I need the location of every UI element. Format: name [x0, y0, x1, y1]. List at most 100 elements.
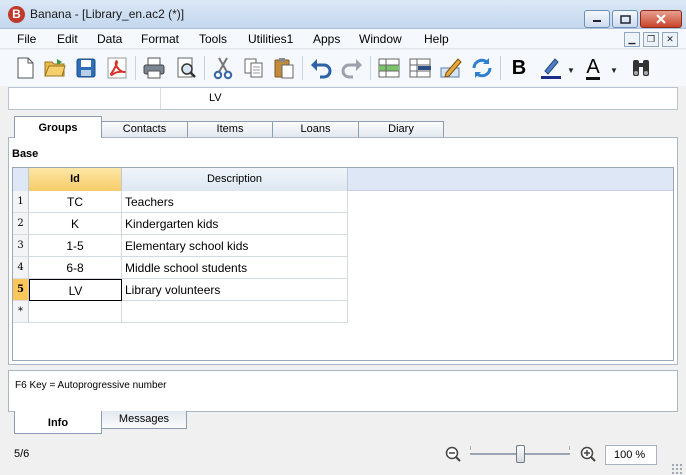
row-number[interactable]: 1 — [13, 191, 29, 213]
row-number[interactable]: 4 — [13, 257, 29, 279]
open-button[interactable] — [42, 55, 68, 81]
cell-id[interactable]: TC — [29, 191, 122, 213]
zoom-in-icon[interactable] — [580, 446, 596, 462]
copy-button[interactable] — [241, 55, 267, 81]
row-number[interactable]: 3 — [13, 235, 29, 257]
print-preview-button[interactable] — [173, 55, 199, 81]
row-number-new[interactable]: * — [13, 301, 29, 323]
close-icon — [656, 14, 666, 24]
tab-contacts[interactable]: Contacts — [101, 121, 188, 137]
tab-messages[interactable]: Messages — [101, 411, 187, 429]
table-row: 2 K Kindergarten kids — [13, 213, 348, 235]
tab-items[interactable]: Items — [187, 121, 273, 137]
save-icon — [76, 58, 96, 78]
pdf-icon — [107, 57, 127, 79]
highlight-icon — [541, 58, 561, 79]
table-row: 5 LV Library volunteers — [13, 279, 348, 301]
tab-groups[interactable]: Groups — [14, 116, 102, 138]
cell-description[interactable] — [122, 301, 348, 323]
cell-address-field[interactable] — [9, 88, 161, 109]
cell-id-selected[interactable]: LV — [29, 279, 122, 301]
toolbar-separator — [370, 56, 371, 80]
new-file-icon — [17, 57, 34, 79]
status-bar: 5/6 100 % — [0, 438, 686, 475]
toolbar-separator — [204, 56, 205, 80]
undo-button[interactable] — [308, 55, 334, 81]
font-color-icon: A — [586, 55, 600, 80]
highlight-button[interactable] — [538, 55, 564, 81]
menu-edit[interactable]: Edit — [57, 32, 78, 46]
bold-button[interactable]: B — [506, 55, 532, 81]
cell-id[interactable]: 6-8 — [29, 257, 122, 279]
table-row-new: * — [13, 301, 348, 323]
delete-row-button[interactable] — [407, 55, 433, 81]
close-icon: ✕ — [666, 34, 674, 44]
save-button[interactable] — [73, 55, 99, 81]
cell-id[interactable]: 1-5 — [29, 235, 122, 257]
new-file-button[interactable] — [12, 55, 38, 81]
insert-row-button[interactable] — [376, 55, 402, 81]
zoom-level[interactable]: 100 % — [605, 445, 657, 465]
mdi-close-button[interactable]: ✕ — [662, 32, 678, 47]
redo-button[interactable] — [339, 55, 365, 81]
menu-utilities[interactable]: Utilities1 — [248, 32, 293, 46]
paste-icon — [274, 58, 294, 79]
print-icon — [143, 57, 165, 79]
cell-description[interactable]: Middle school students — [122, 257, 348, 279]
window-title: Banana - [Library_en.ac2 (*)] — [30, 7, 185, 21]
menu-apps[interactable]: Apps — [313, 32, 340, 46]
zoom-out-icon[interactable] — [445, 446, 461, 462]
font-color-dropdown-arrow[interactable]: ▼ — [610, 66, 618, 75]
maximize-button[interactable] — [612, 10, 638, 28]
mdi-minimize-button[interactable]: ▁ — [624, 32, 640, 47]
highlight-dropdown-arrow[interactable]: ▼ — [567, 66, 575, 75]
toolbar-separator — [135, 56, 136, 80]
menu-window[interactable]: Window — [359, 32, 402, 46]
cell-value-field[interactable]: LV — [209, 92, 222, 104]
cell-id[interactable]: K — [29, 213, 122, 235]
menu-help[interactable]: Help — [424, 32, 449, 46]
cell-description[interactable]: Kindergarten kids — [122, 213, 348, 235]
mdi-restore-button[interactable]: ❐ — [643, 32, 659, 47]
cell-description[interactable]: Elementary school kids — [122, 235, 348, 257]
maximize-icon — [619, 14, 631, 24]
minimize-button[interactable] — [584, 10, 610, 28]
cell-description[interactable]: Teachers — [122, 191, 348, 213]
recalculate-icon — [472, 58, 492, 78]
toolbar-separator — [302, 56, 303, 80]
restore-icon: ❐ — [646, 34, 656, 44]
minimize-icon: ▁ — [628, 34, 636, 44]
cell-edit-bar[interactable]: LV — [8, 87, 678, 110]
cut-icon — [213, 57, 233, 80]
font-color-button[interactable]: A — [580, 55, 606, 81]
tab-diary[interactable]: Diary — [358, 121, 444, 137]
pdf-button[interactable] — [104, 55, 130, 81]
column-header-description[interactable]: Description — [122, 168, 348, 191]
tab-loans[interactable]: Loans — [272, 121, 359, 137]
cut-button[interactable] — [210, 55, 236, 81]
menu-format[interactable]: Format — [141, 32, 179, 46]
bold-icon: B — [511, 56, 527, 79]
data-grid[interactable]: Id Description 1 TC Teachers 2 K Kinderg… — [12, 167, 674, 361]
banana-app-icon[interactable]: B — [8, 6, 25, 23]
cell-id[interactable] — [29, 301, 122, 323]
row-number[interactable]: 2 — [13, 213, 29, 235]
row-number-current[interactable]: 5 — [13, 279, 29, 301]
close-button[interactable] — [640, 10, 682, 28]
menu-tools[interactable]: Tools — [199, 32, 227, 46]
print-button[interactable] — [141, 55, 167, 81]
zoom-slider-thumb[interactable] — [516, 445, 525, 463]
edit-cell-button[interactable] — [438, 55, 464, 81]
tab-info[interactable]: Info — [14, 411, 102, 434]
find-button[interactable] — [628, 55, 654, 81]
grid-corner[interactable] — [13, 168, 29, 191]
recalculate-button[interactable] — [469, 55, 495, 81]
menu-data[interactable]: Data — [97, 32, 122, 46]
cell-description[interactable]: Library volunteers — [122, 279, 348, 301]
column-header-id[interactable]: Id — [29, 168, 122, 191]
table-row: 1 TC Teachers — [13, 191, 348, 213]
menu-file[interactable]: File — [17, 32, 36, 46]
resize-grip[interactable] — [671, 463, 683, 475]
table-panel: Base Id Description 1 TC Teachers 2 K Ki… — [8, 137, 678, 365]
paste-button[interactable] — [271, 55, 297, 81]
